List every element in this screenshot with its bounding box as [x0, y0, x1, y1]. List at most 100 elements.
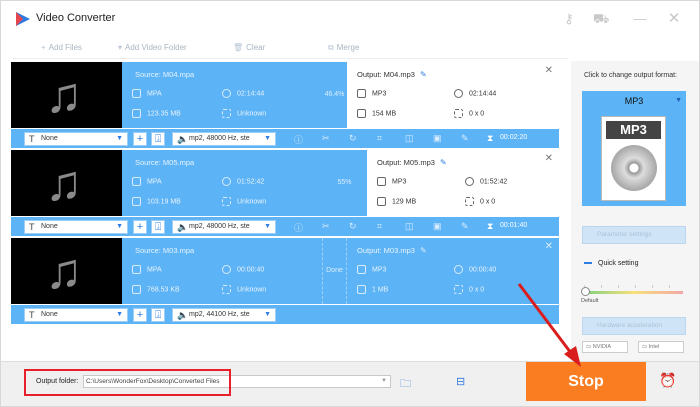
audio-track-select[interactable]: 🔈 mp2, 48000 Hz, ste ▼ [172, 132, 276, 146]
effects-icon[interactable]: ◫ [405, 221, 414, 232]
output-name: Output: M04.mp3 [357, 70, 415, 79]
parameter-settings-button[interactable]: Parameter settings [582, 226, 686, 244]
subtitle-select[interactable]: T None ▼ [24, 132, 128, 146]
text-icon: T [29, 134, 35, 144]
rotate-icon[interactable]: ↻ [349, 133, 357, 144]
clock-icon [454, 89, 463, 98]
trim-icon[interactable]: ✂ [322, 133, 330, 144]
nvidia-option[interactable]: ▭ NVIDIA [582, 341, 628, 353]
output-info: Output: M04.mp3 ✎ ✕ MP3 02:14:44 154 MB 0… [347, 62, 559, 128]
cart-icon[interactable]: ⛟ [593, 11, 609, 27]
default-label: Default [581, 298, 599, 304]
rotate-icon[interactable]: ↻ [349, 221, 357, 232]
output-size: 154 MB [372, 110, 397, 118]
output-info: Output: M05.mp3 ✎ ✕ MP3 01:52:42 129 MB 0… [367, 150, 559, 216]
add-subtitle-button[interactable]: + [133, 308, 147, 322]
file-row[interactable]: ♫ Source: M03.mpa MPA 00:00:40 768.53 KB… [11, 238, 559, 324]
merge-icon: ⧉ [328, 43, 334, 52]
output-resolution: 0 x 0 [480, 198, 496, 206]
audio-track-select[interactable]: 🔈 mp2, 48000 Hz, ste ▼ [172, 220, 276, 234]
resolution-icon [465, 197, 474, 206]
output-duration: 02:14:44 [469, 90, 497, 98]
checkbox-icon: ▭ [586, 344, 593, 350]
music-note-icon: ♫ [45, 155, 83, 211]
row-controls: T None ▼ + ⍗ 🔈 mp2, 44100 Hz, ste ▼ [11, 304, 559, 324]
file-row[interactable]: ♫ Source: M04.mpa MPA 02:14:44 123.35 MB… [11, 62, 559, 148]
thumbnail: ♫ [11, 238, 122, 304]
slider-knob[interactable] [581, 287, 590, 296]
output-format: MP3 [372, 90, 387, 98]
source-name: Source: M03.mpa [135, 246, 195, 255]
intel-option[interactable]: ▭ Intel [638, 341, 684, 353]
thumbnail: ♫ [11, 62, 122, 128]
edit-icon[interactable]: ✎ [461, 221, 469, 232]
clock-icon [222, 265, 231, 274]
hardware-acceleration-button[interactable]: Hardware acceleration [582, 317, 686, 335]
info-icon[interactable]: ⓘ [294, 221, 303, 234]
quality-slider[interactable] [581, 285, 683, 296]
watermark-icon[interactable]: ▣ [433, 221, 442, 232]
clear-button[interactable]: 🗑 Clear [233, 43, 265, 52]
output-format-selector[interactable]: MP3 ▼ MP3 [582, 91, 686, 206]
edit-pencil-icon[interactable]: ✎ [420, 246, 427, 255]
clock-icon [454, 265, 463, 274]
add-subtitle-button[interactable]: + [133, 132, 147, 146]
export-subtitle-button[interactable]: ⍗ [151, 220, 165, 234]
resolution-icon [222, 197, 231, 206]
speaker-icon: 🔈 [177, 222, 189, 232]
source-format: MPA [147, 178, 162, 186]
edit-pencil-icon[interactable]: ✎ [440, 158, 447, 167]
subtitle-select[interactable]: T None ▼ [24, 220, 128, 234]
trim-icon[interactable]: ✂ [322, 221, 330, 232]
chevron-down-icon: ▼ [264, 223, 271, 230]
remove-row-icon[interactable]: ✕ [545, 65, 553, 76]
source-name: Source: M05.mpa [135, 158, 195, 167]
trash-icon: 🗑 [233, 43, 244, 52]
text-icon: T [29, 310, 35, 320]
stop-button[interactable]: Stop [526, 362, 646, 401]
row-controls: T None ▼ + ⍗ 🔈 mp2, 48000 Hz, ste ▼ ⓘ ✂ ↻ ⌗ … [11, 216, 559, 236]
output-resolution: 0 x 0 [469, 110, 485, 118]
remove-row-icon[interactable]: ✕ [545, 153, 553, 164]
watermark-icon[interactable]: ▣ [433, 133, 442, 144]
file-icon [357, 109, 366, 118]
progress-bar: 55% [322, 150, 367, 216]
chevron-down-icon: ▼ [116, 223, 123, 230]
open-folder-icon[interactable]: ⊟ [456, 375, 465, 388]
audio-track-select[interactable]: 🔈 mp2, 44100 Hz, ste ▼ [172, 308, 276, 322]
source-info: Source: M05.mpa MPA 01:52:42 103.19 MB U… [122, 150, 322, 216]
file-row[interactable]: ♫ Source: M05.mpa MPA 01:52:42 103.19 MB… [11, 150, 559, 236]
subtitle-select[interactable]: T None ▼ [24, 308, 128, 322]
add-files-button[interactable]: + Add Files [41, 43, 82, 52]
source-size: 123.35 MB [147, 110, 181, 118]
speaker-icon: 🔈 [177, 310, 189, 320]
chevron-down-icon: ▼ [116, 311, 123, 318]
close-icon[interactable]: ✕ [666, 11, 682, 27]
crop-icon[interactable]: ⌗ [377, 221, 382, 232]
progress-text: Done [326, 267, 343, 274]
thumbnail: ♫ [11, 150, 122, 216]
merge-button[interactable]: ⧉ Merge [328, 43, 359, 53]
progress-text: 55% [337, 179, 352, 186]
edit-pencil-icon[interactable]: ✎ [420, 70, 427, 79]
crop-icon[interactable]: ⌗ [377, 133, 382, 144]
info-icon[interactable]: ⓘ [294, 133, 303, 146]
output-format: MP3 [392, 178, 407, 186]
export-subtitle-button[interactable]: ⍗ [151, 308, 165, 322]
add-subtitle-button[interactable]: + [133, 220, 147, 234]
chevron-down-icon[interactable]: ▼ [381, 376, 387, 387]
minimize-icon[interactable]: — [632, 11, 648, 27]
remove-row-icon[interactable]: ✕ [545, 241, 553, 252]
export-subtitle-button[interactable]: ⍗ [151, 132, 165, 146]
key-icon[interactable]: ⚷ [561, 11, 577, 27]
app-window: Video Converter ⚷ ⛟ — ✕ + Add Files ▾ Add … [0, 0, 700, 407]
progress-bar: Done [322, 238, 347, 304]
effects-icon[interactable]: ◫ [405, 133, 414, 144]
file-icon [132, 197, 141, 206]
edit-icon[interactable]: ✎ [461, 133, 469, 144]
source-size: 768.53 KB [147, 286, 180, 294]
browse-folder-icon[interactable]: 🗀 [400, 375, 411, 394]
source-resolution: Unknown [237, 198, 267, 206]
add-video-folder-button[interactable]: ▾ Add Video Folder [118, 43, 187, 52]
alarm-icon[interactable]: ⏰ [659, 372, 676, 389]
